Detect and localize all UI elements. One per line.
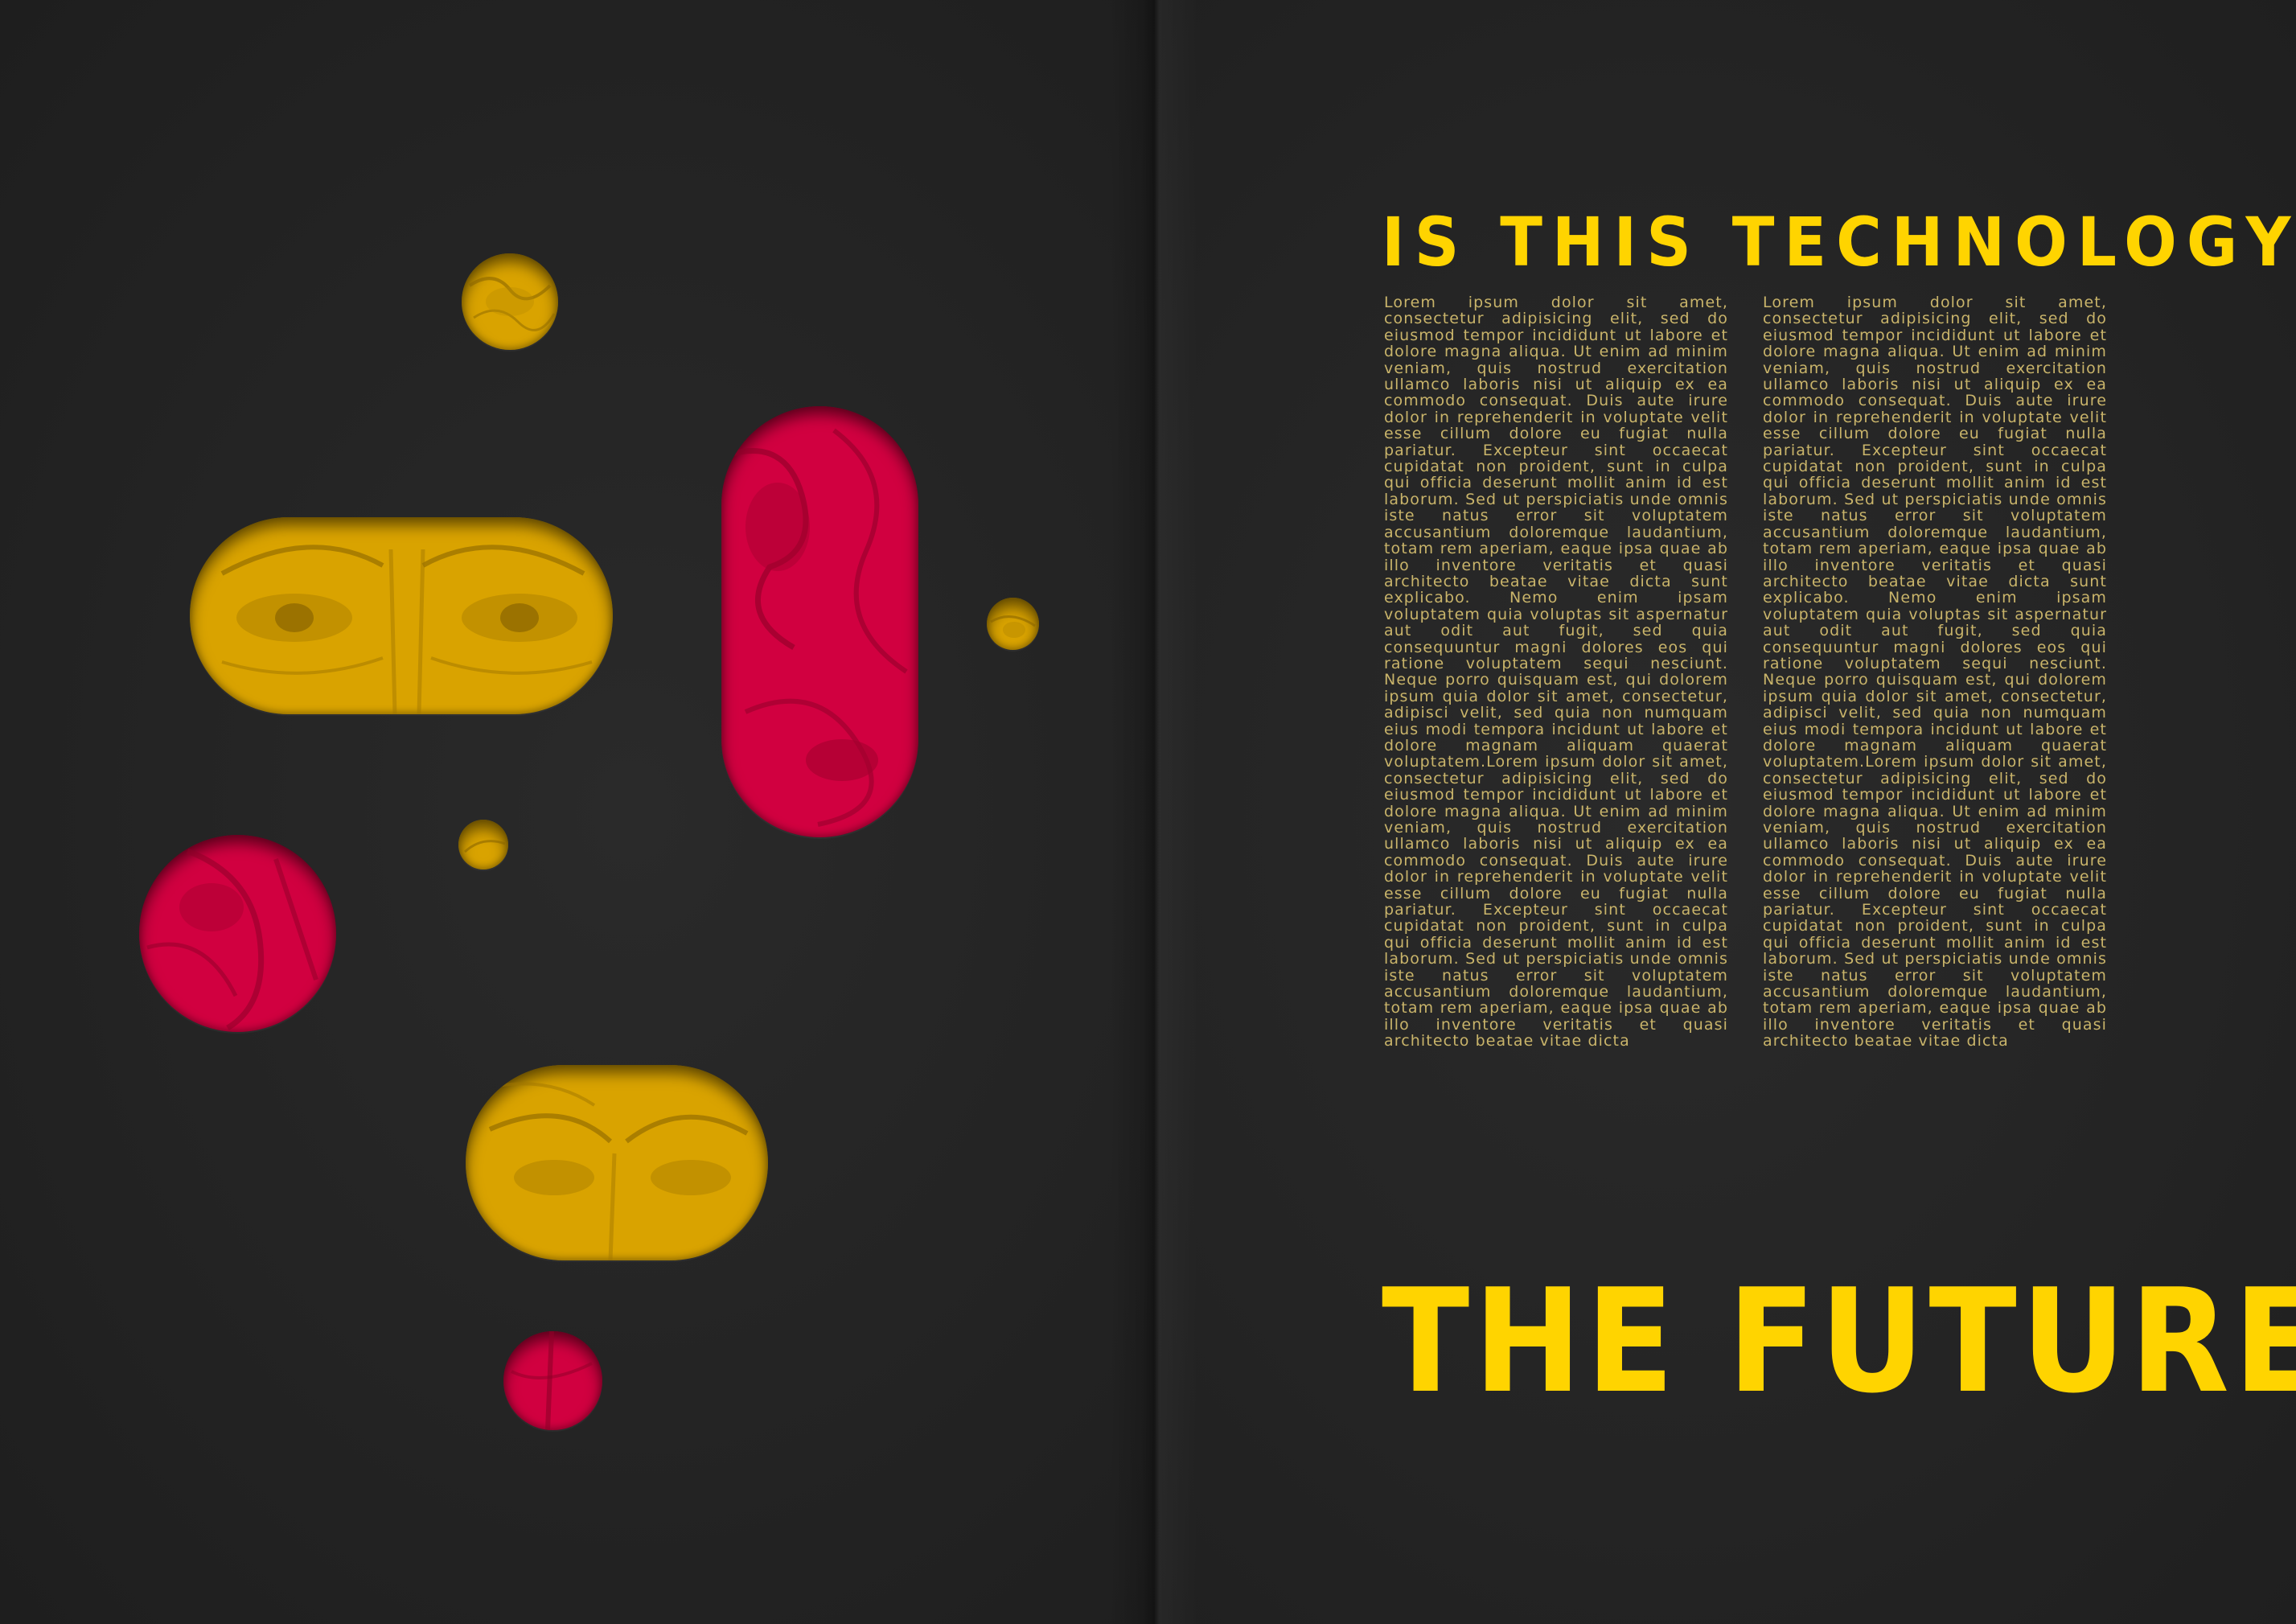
heading-top: IS THIS TECHNOLOGY (1382, 203, 2296, 282)
magazine-spread: IS THIS TECHNOLOGY Lorem ipsum dolor sit… (0, 0, 2296, 1624)
body-column-1: Lorem ipsum dolor sit amet, consectetur … (1384, 294, 1728, 1050)
heading-bottom: THE FUTURE? (1382, 1258, 2296, 1425)
red-vertical-pill (721, 406, 918, 837)
small-yellow-circle-top (462, 253, 558, 350)
yellow-pill-lower (466, 1065, 768, 1260)
yellow-pill-eyes (190, 517, 613, 714)
tiny-yellow-circle (458, 820, 508, 870)
small-yellow-circle-right (987, 598, 1039, 650)
red-circle-bottom (503, 1331, 602, 1430)
red-circle-left (139, 835, 336, 1032)
left-page (0, 0, 1148, 1624)
body-column-2: Lorem ipsum dolor sit amet, consectetur … (1763, 294, 2107, 1050)
